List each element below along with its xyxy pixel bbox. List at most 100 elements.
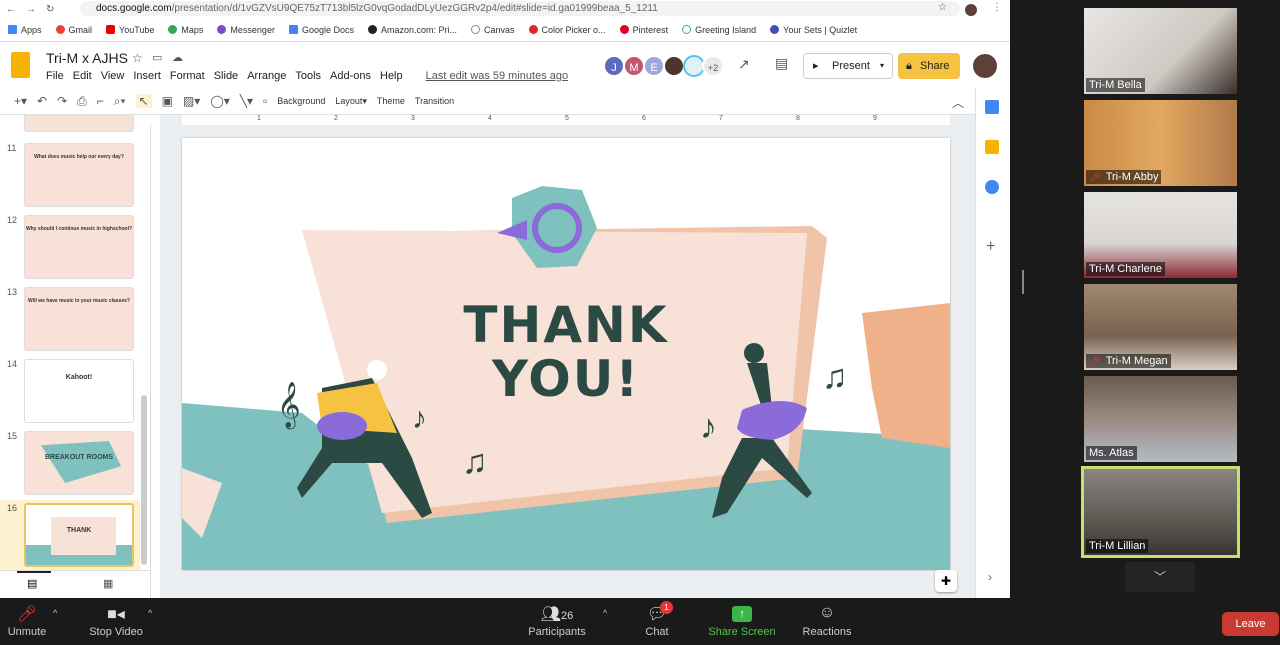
theme-button[interactable]: Theme	[377, 96, 405, 106]
undo-icon[interactable]: ↶	[37, 94, 47, 108]
participants-chevron-icon[interactable]: ^	[603, 608, 607, 618]
stop-video-button[interactable]: ■◂ Stop Video	[84, 604, 148, 638]
transition-button[interactable]: Transition	[415, 96, 454, 106]
account-avatar[interactable]	[973, 54, 997, 78]
text-box-icon[interactable]: ▣	[162, 94, 173, 108]
menu-add-ons[interactable]: Add-ons	[330, 70, 371, 82]
slide-thumbnail[interactable]: What does music help our every day?	[24, 143, 134, 207]
document-title[interactable]: Tri-M x AJHS	[46, 50, 128, 66]
youtube-icon	[106, 25, 116, 34]
last-edit-link[interactable]: Last edit was 59 minutes ago	[426, 70, 568, 82]
explore-icon[interactable]: ✚	[935, 570, 957, 592]
bookmark-pinterest[interactable]: Pinterest	[619, 25, 668, 35]
slide-thumbnail[interactable]: Kahoot!	[24, 359, 134, 423]
video-options-chevron-icon[interactable]: ^	[148, 608, 152, 618]
bookmark-google-docs[interactable]: Google Docs	[288, 25, 354, 35]
filmstrip-view-icon[interactable]: ▤	[27, 577, 37, 590]
bookmark-messenger[interactable]: Messenger	[217, 25, 275, 35]
collaborator-avatar[interactable]: J	[603, 55, 625, 77]
collaborator-avatar[interactable]: E	[643, 55, 665, 77]
slide-thumbnail[interactable]: Will we have music in your music classes…	[24, 287, 134, 351]
back-icon[interactable]: ←	[6, 4, 16, 15]
line-icon[interactable]: ╲▾	[240, 94, 253, 108]
menu-icon[interactable]: ⋮	[992, 2, 1002, 13]
background-button[interactable]: Background	[277, 96, 325, 106]
bookmark-color-picker[interactable]: Color Picker o...	[528, 25, 606, 35]
slide-title[interactable]: THANK YOU!	[182, 298, 950, 406]
bookmark-star-icon[interactable]: ☆	[938, 2, 947, 13]
video-tile[interactable]: 🎤︎ Tri-M Abby	[1084, 100, 1237, 186]
collaborator-avatar[interactable]	[663, 55, 685, 77]
collapse-chevron-icon[interactable]: ︿	[952, 94, 964, 111]
bookmark-quizlet[interactable]: Your Sets | Quizlet	[770, 25, 857, 35]
paint-format-icon[interactable]: ⌐	[97, 94, 104, 108]
video-tile-active-speaker[interactable]: Tri-M Lillian	[1081, 466, 1240, 558]
menu-edit[interactable]: Edit	[73, 70, 92, 82]
scroll-down-chevron-icon[interactable]: ﹀	[1125, 562, 1195, 592]
bookmark-maps[interactable]: Maps	[168, 25, 203, 35]
bookmark-greeting-island[interactable]: Greeting Island	[682, 25, 756, 35]
share-button[interactable]: 🔒︎ Share	[898, 53, 960, 79]
reload-icon[interactable]: ↻	[46, 4, 54, 15]
add-addon-icon[interactable]: +	[986, 238, 995, 256]
calendar-icon[interactable]	[985, 100, 999, 114]
panel-resize-handle[interactable]	[1022, 270, 1024, 294]
reactions-button[interactable]: ☺︎ Reactions	[800, 604, 854, 638]
bookmark-amazon[interactable]: Amazon.com: Pri...	[367, 25, 457, 35]
more-collaborators[interactable]: +2	[702, 55, 724, 77]
bookmark-apps[interactable]: Apps	[8, 25, 42, 35]
unmute-button[interactable]: 🎤︎ Unmute	[4, 604, 50, 638]
menu-help[interactable]: Help	[380, 70, 403, 82]
menu-insert[interactable]: Insert	[133, 70, 161, 82]
slide-thumbnail[interactable]: BREAKOUT ROOMS	[24, 431, 134, 495]
new-slide-icon[interactable]: +▾	[14, 94, 27, 108]
activity-trend-icon[interactable]: ↗	[738, 56, 750, 73]
video-tile[interactable]: 🎤︎ Tri-M Megan	[1084, 284, 1237, 370]
bookmark-gmail[interactable]: Gmail	[55, 25, 92, 35]
menu-view[interactable]: View	[101, 70, 125, 82]
slide-thumbnail[interactable]: Why should I continue music in highschoo…	[24, 215, 134, 279]
bookmark-youtube[interactable]: YouTube	[106, 25, 154, 35]
star-icon[interactable]: ☆	[132, 51, 143, 65]
keep-icon[interactable]	[985, 140, 999, 154]
redo-icon[interactable]: ↷	[57, 94, 67, 108]
slide-thumbnail[interactable]	[24, 115, 134, 132]
share-screen-button[interactable]: ↑ Share Screen	[704, 604, 780, 638]
video-tile[interactable]: Ms. Atlas	[1084, 376, 1237, 462]
leave-button[interactable]: Leave	[1222, 612, 1279, 636]
menu-file[interactable]: File	[46, 70, 64, 82]
menu-format[interactable]: Format	[170, 70, 205, 82]
profile-avatar[interactable]	[965, 4, 977, 16]
chevron-down-icon[interactable]: ▾	[880, 54, 884, 78]
audio-options-chevron-icon[interactable]: ^	[53, 608, 57, 618]
bookmark-canvas[interactable]: Canvas	[471, 25, 515, 35]
shape-icon[interactable]: ◯▾	[210, 94, 229, 108]
slides-logo-icon[interactable]	[11, 52, 30, 78]
collaborator-avatar[interactable]: M	[623, 55, 645, 77]
expand-chevron-icon[interactable]: ›	[988, 570, 992, 584]
tasks-icon[interactable]	[985, 180, 999, 194]
zoom-icon[interactable]: ⌕▾	[114, 94, 126, 109]
menu-arrange[interactable]: Arrange	[247, 70, 286, 82]
image-icon[interactable]: ▨▾	[183, 94, 200, 108]
current-slide[interactable]: 𝄞 ♪ ♫ ♪ ♫ THANK YOU!	[182, 138, 950, 570]
comments-icon[interactable]: ▤	[775, 55, 788, 72]
present-button[interactable]: ▸ Present ▾	[803, 53, 893, 79]
print-icon[interactable]: ⎙	[77, 94, 87, 109]
comment-icon[interactable]: ▫	[263, 94, 267, 108]
grid-view-icon[interactable]: ▦	[103, 577, 113, 590]
filmstrip-scrollbar[interactable]	[141, 395, 147, 565]
move-folder-icon[interactable]: ▭	[152, 51, 162, 64]
participants-button[interactable]: 👥︎26 Participants	[524, 604, 590, 638]
select-icon[interactable]: ↖	[135, 94, 152, 108]
video-tile[interactable]: Tri-M Bella	[1084, 8, 1237, 94]
video-tile[interactable]: Tri-M Charlene	[1084, 192, 1237, 278]
slide-thumbnail-selected[interactable]: THANK	[24, 503, 134, 567]
menu-tools[interactable]: Tools	[295, 70, 321, 82]
menu-slide[interactable]: Slide	[214, 70, 238, 82]
forward-icon[interactable]: →	[26, 4, 36, 15]
ruler-mark: 7	[719, 115, 723, 122]
layout-button[interactable]: Layout▾	[335, 96, 367, 107]
url-input[interactable]: docs.google.com/presentation/d/1vGZVsU9Q…	[80, 1, 960, 16]
chat-button[interactable]: 💬︎ 1 Chat	[638, 601, 676, 638]
